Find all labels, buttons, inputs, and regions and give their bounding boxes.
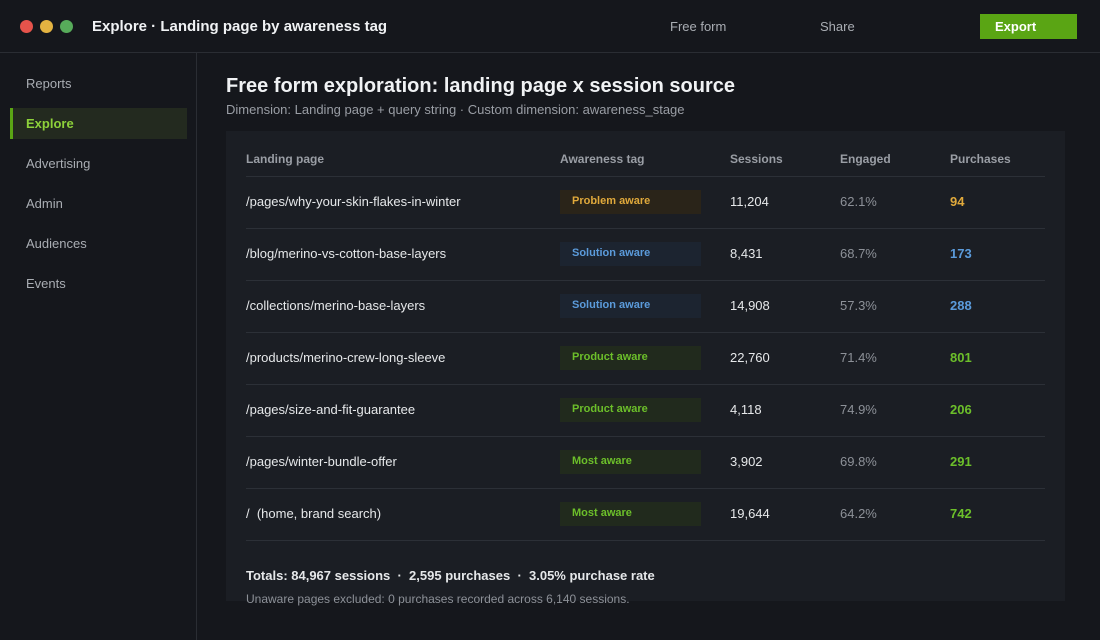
title-bar: Explore · Landing page by awareness tag …	[0, 0, 1100, 53]
purchases-cell: 291	[950, 454, 972, 469]
engaged-cell: 57.3%	[840, 298, 877, 313]
engaged-cell: 62.1%	[840, 194, 877, 209]
maximize-window-icon[interactable]	[60, 20, 73, 33]
export-button[interactable]: Export	[980, 14, 1077, 39]
page-subtitle: Dimension: Landing page + query string ·…	[226, 102, 685, 117]
engaged-cell: 69.8%	[840, 454, 877, 469]
engaged-cell: 74.9%	[840, 402, 877, 417]
column-header-landing-page[interactable]: Landing page	[246, 152, 324, 166]
share-link[interactable]: Share	[820, 19, 855, 34]
sessions-cell: 3,902	[730, 454, 763, 469]
table-row[interactable]: /pages/why-your-skin-flakes-in-winter Pr…	[246, 176, 1045, 228]
purchases-cell: 173	[950, 246, 972, 261]
landing-page-cell: /products/merino-crew-long-sleeve	[246, 350, 446, 365]
sidebar-item-audiences[interactable]: Audiences	[10, 228, 187, 259]
engaged-cell: 64.2%	[840, 506, 877, 521]
purchases-cell: 94	[950, 194, 965, 209]
sidebar-item-explore[interactable]: Explore	[10, 108, 187, 139]
close-window-icon[interactable]	[20, 20, 33, 33]
column-header-engaged[interactable]: Engaged	[840, 152, 891, 166]
column-header-awareness-tag[interactable]: Awareness tag	[560, 152, 645, 166]
landing-page-cell: /pages/winter-bundle-offer	[246, 454, 397, 469]
column-header-sessions[interactable]: Sessions	[730, 152, 783, 166]
sidebar-item-events[interactable]: Events	[10, 268, 187, 299]
minimize-window-icon[interactable]	[40, 20, 53, 33]
sessions-cell: 19,644	[730, 506, 770, 521]
table-row[interactable]: /pages/winter-bundle-offer Most aware 3,…	[246, 436, 1045, 488]
sidebar-item-advertising[interactable]: Advertising	[10, 148, 187, 179]
awareness-tag-badge: Solution aware	[560, 294, 701, 318]
awareness-tag-badge: Product aware	[560, 398, 701, 422]
landing-page-cell: /collections/merino-base-layers	[246, 298, 426, 313]
table-row[interactable]: /pages/size-and-fit-guarantee Product aw…	[246, 384, 1045, 436]
purchases-cell: 206	[950, 402, 972, 417]
sidebar: Reports Explore Advertising Admin Audien…	[0, 53, 197, 640]
table-row[interactable]: / (home, brand search) Most aware 19,644…	[246, 488, 1045, 540]
sidebar-item-reports[interactable]: Reports	[10, 68, 187, 99]
purchases-cell: 288	[950, 298, 972, 313]
sidebar-item-admin[interactable]: Admin	[10, 188, 187, 219]
free-form-link[interactable]: Free form	[670, 19, 726, 34]
table-row[interactable]: /collections/merino-base-layers Solution…	[246, 280, 1045, 332]
totals-summary: Totals: 84,967 sessions · 2,595 purchase…	[246, 568, 655, 583]
excluded-footnote: Unaware pages excluded: 0 purchases reco…	[246, 592, 630, 606]
table-row[interactable]: /blog/merino-vs-cotton-base-layers Solut…	[246, 228, 1045, 280]
purchases-cell: 742	[950, 506, 972, 521]
sessions-cell: 14,908	[730, 298, 770, 313]
awareness-tag-badge: Most aware	[560, 450, 701, 474]
landing-page-cell: /pages/size-and-fit-guarantee	[246, 402, 416, 417]
engaged-cell: 68.7%	[840, 246, 877, 261]
awareness-tag-badge: Problem aware	[560, 190, 701, 214]
landing-page-cell: /blog/merino-vs-cotton-base-layers	[246, 246, 447, 261]
sessions-cell: 11,204	[730, 194, 769, 209]
purchases-cell: 801	[950, 350, 972, 365]
sessions-cell: 4,118	[730, 402, 762, 417]
column-header-purchases[interactable]: Purchases	[950, 152, 1011, 166]
window-title: Explore · Landing page by awareness tag	[92, 18, 388, 35]
table-row[interactable]: /products/merino-crew-long-sleeve Produc…	[246, 332, 1045, 384]
landing-page-cell: / (home, brand search)	[246, 506, 382, 521]
awareness-tag-badge: Most aware	[560, 502, 701, 526]
awareness-tag-badge: Product aware	[560, 346, 701, 370]
sessions-cell: 8,431	[730, 246, 763, 261]
awareness-tag-badge: Solution aware	[560, 242, 701, 266]
row-divider	[246, 540, 1045, 541]
engaged-cell: 71.4%	[840, 350, 877, 365]
sessions-cell: 22,760	[730, 350, 770, 365]
page-title: Free form exploration: landing page x se…	[226, 75, 736, 97]
landing-page-cell: /pages/why-your-skin-flakes-in-winter	[246, 194, 461, 209]
